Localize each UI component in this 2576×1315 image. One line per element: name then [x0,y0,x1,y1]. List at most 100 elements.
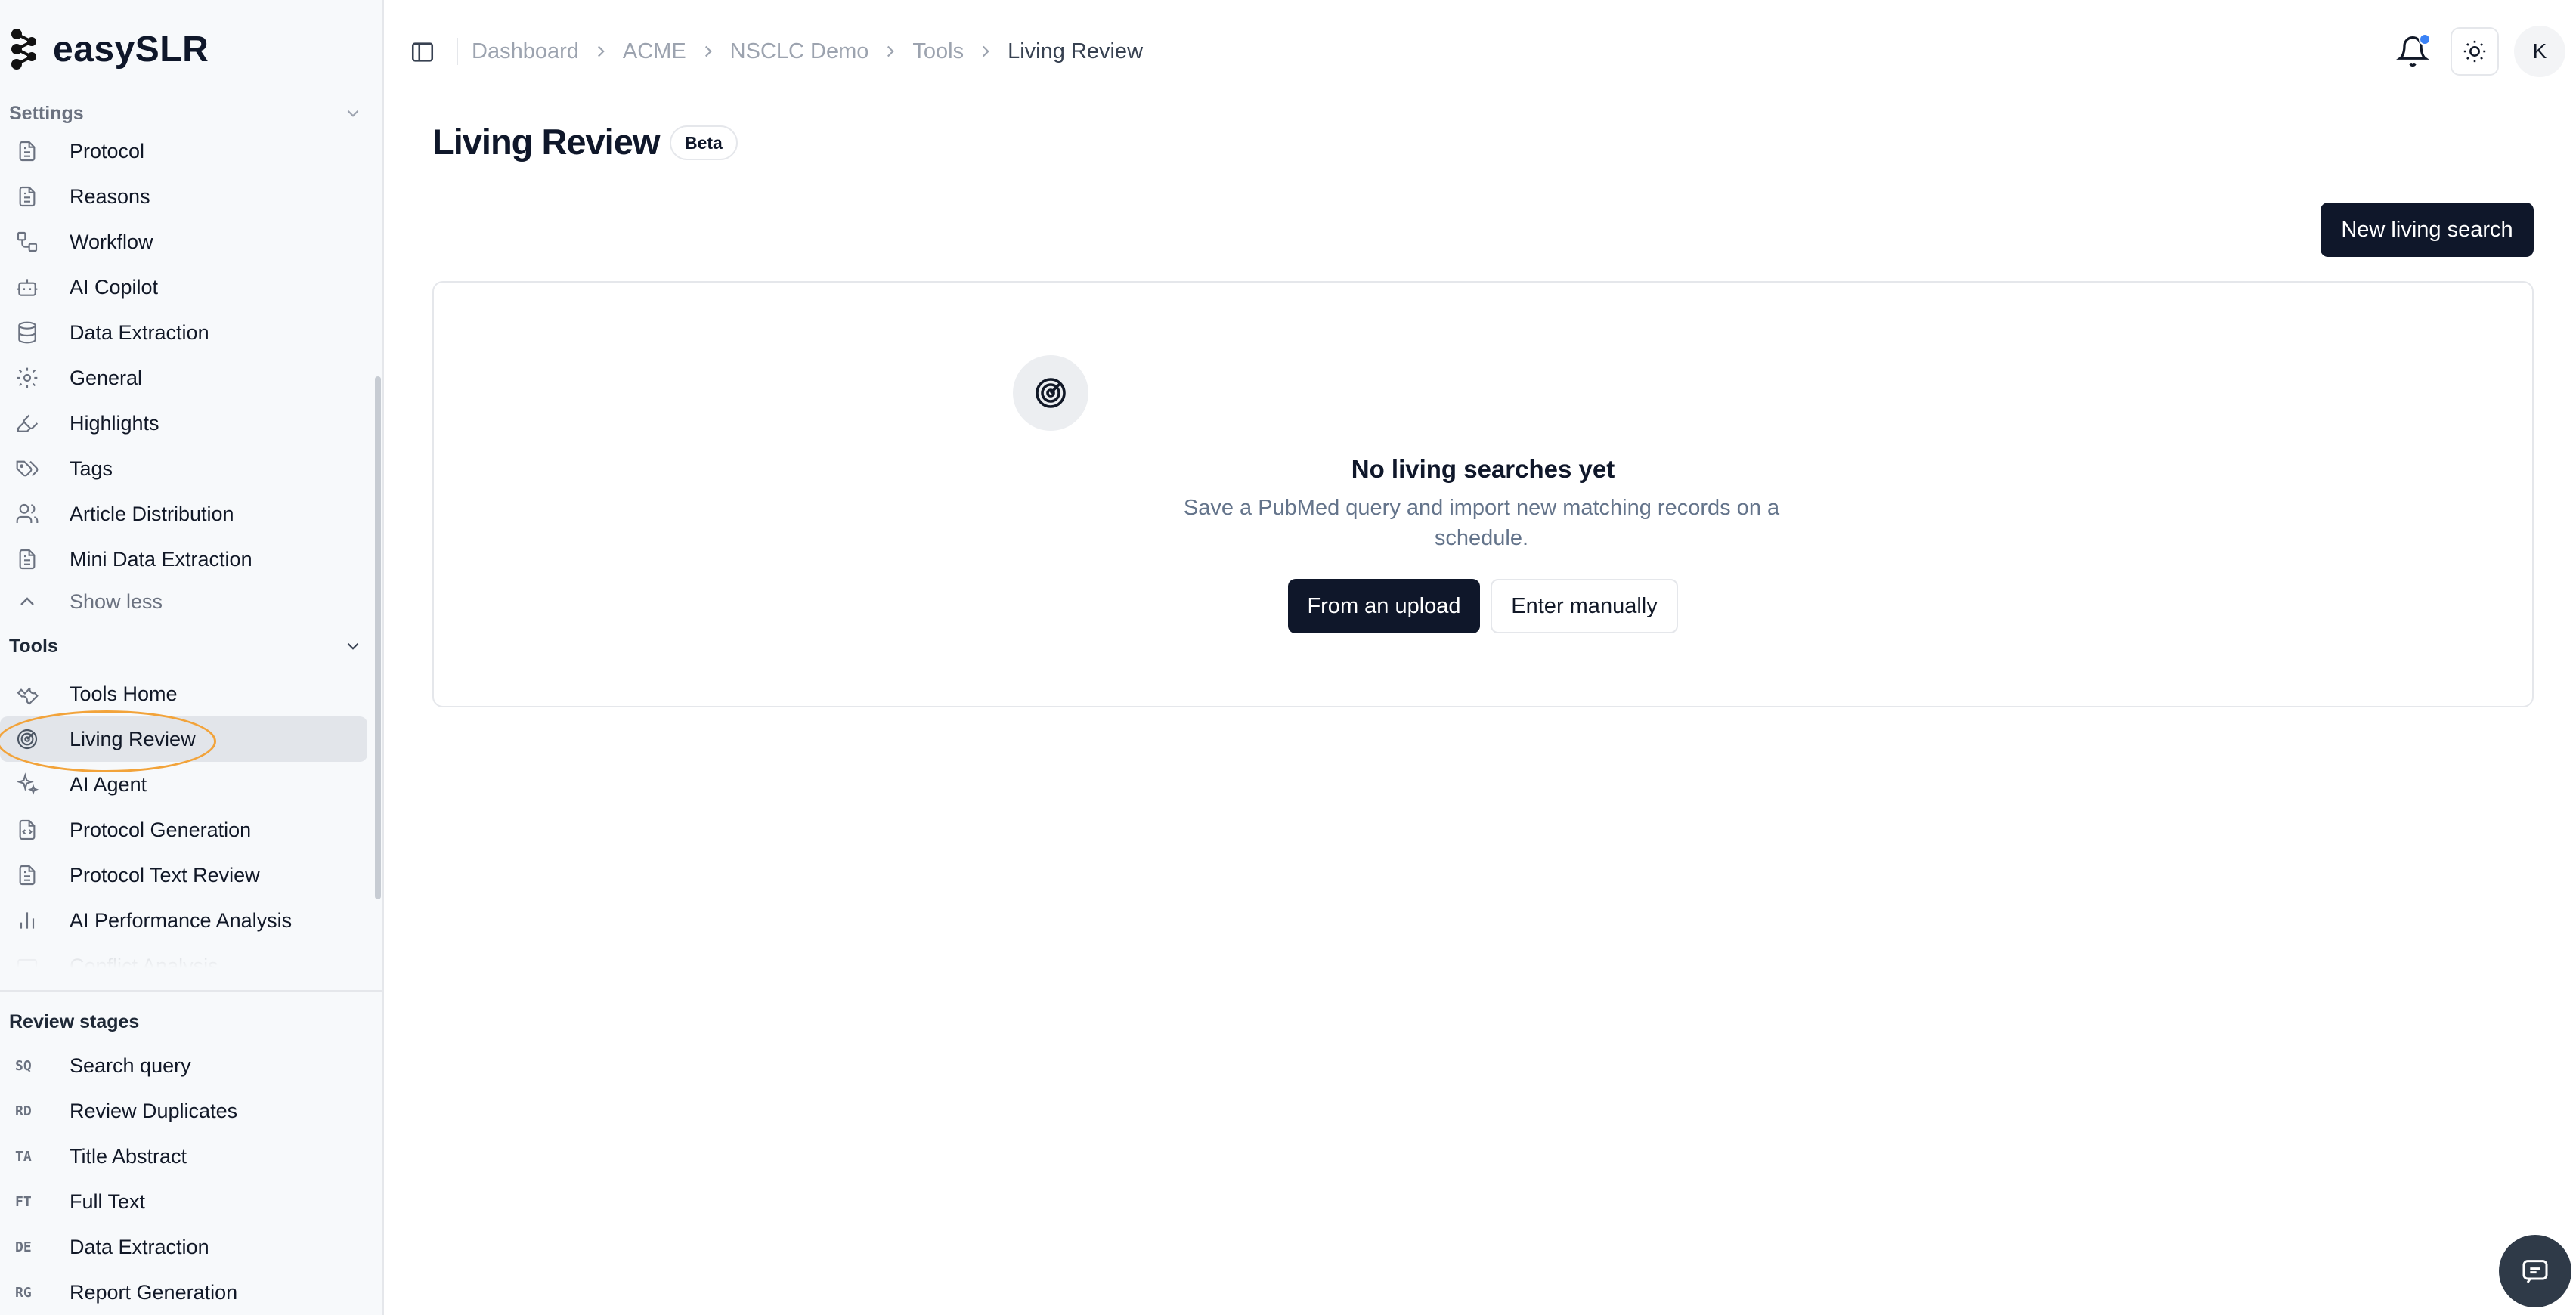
sidebar-item-label: AI Performance Analysis [70,908,293,932]
stage-data-extraction[interactable]: DE Data Extraction [0,1224,382,1270]
chevron-down-icon [347,642,359,650]
tags-icon [15,456,39,481]
database-icon [15,320,39,345]
settings-section-header[interactable]: Settings [0,98,373,128]
review-stages-header: Review stages [0,1007,382,1037]
sidebar-item-protocol[interactable]: Protocol [0,128,373,174]
stage-title-abstract[interactable]: TA Title Abstract [0,1134,382,1179]
stage-label: Title Abstract [70,1144,187,1168]
chevron-up-icon [15,589,39,614]
sidebar-item-highlights[interactable]: Highlights [0,401,373,446]
chevron-right-icon [983,45,989,57]
show-less-toggle[interactable]: Show less [0,582,373,621]
stage-search-query[interactable]: SQ Search query [0,1043,382,1088]
sidebar-item-label: Protocol [70,139,145,162]
chat-icon [2522,1260,2548,1283]
beta-badge: Beta [670,125,738,160]
chat-support-button[interactable] [2499,1235,2571,1307]
stage-review-duplicates[interactable]: RD Review Duplicates [0,1088,382,1134]
breadcrumb-acme[interactable]: ACME [623,39,686,64]
conflict-icon [15,954,39,975]
users-icon [15,502,39,526]
tools-section-header[interactable]: Tools [0,621,373,671]
wrench-icon [15,682,39,706]
stage-label: Report Generation [70,1280,238,1304]
tools-section-label: Tools [9,635,58,657]
stage-abbr: RG [15,1284,32,1301]
page-title: Living Review [432,122,660,162]
workflow-icon [15,230,39,254]
sidebar-item-reasons[interactable]: Reasons [0,174,373,219]
sidebar-item-label: Article Distribution [70,502,234,525]
enter-manually-button[interactable]: Enter manually [1491,579,1678,633]
sidebar-item-general[interactable]: General [0,355,373,401]
breadcrumb-dashboard[interactable]: Dashboard [472,39,579,64]
empty-state-icon-wrap [1013,355,1088,431]
stage-label: Search query [70,1054,191,1077]
sidebar-item-article-distribution[interactable]: Article Distribution [0,491,373,537]
sidebar-item-label: Living Review [70,727,196,750]
sidebar-item-label: Tags [70,456,113,480]
brand-logo[interactable]: easySLR [9,23,209,76]
stage-report-generation[interactable]: RG Report Generation [0,1270,382,1315]
sidebar-item-label: Highlights [70,411,159,435]
sidebar-item-ai-copilot[interactable]: AI Copilot [0,265,373,310]
stage-label: Data Extraction [70,1235,209,1258]
chevron-right-icon [704,45,712,57]
sidebar: easySLR Settings Protocol Reasons Workfl… [0,0,384,1315]
easyslr-logo-icon [11,29,36,70]
sidebar-item-label: AI Agent [70,772,147,796]
sidebar-item-ai-agent[interactable]: AI Agent [0,762,373,807]
sidebar-scroll-area[interactable]: Settings Protocol Reasons Workflow AI Co… [0,98,373,975]
sidebar-item-data-extraction[interactable]: Data Extraction [0,310,373,355]
sidebar-item-label: Protocol Generation [70,818,252,841]
sidebar-item-protocol-generation[interactable]: Protocol Generation [0,807,373,852]
chevron-right-icon [597,45,605,57]
top-bar: Dashboard ACME NSCLC Demo Tools Living R… [384,0,2576,103]
sidebar-item-protocol-text-review[interactable]: Protocol Text Review [0,852,373,898]
sidebar-toggle-icon[interactable] [410,39,435,65]
sidebar-item-label: Mini Data Extraction [70,547,252,571]
theme-toggle-button[interactable] [2451,27,2499,76]
file-text-icon [15,139,39,163]
sidebar-item-label: AI Copilot [70,275,159,299]
sidebar-item-tools-home[interactable]: Tools Home [0,671,373,716]
stage-abbr: SQ [15,1057,32,1074]
breadcrumb: Dashboard ACME NSCLC Demo Tools Living R… [457,36,1143,67]
new-living-search-button[interactable]: New living search [2321,203,2534,257]
breadcrumb-divider [457,38,458,65]
show-less-label: Show less [70,589,163,613]
sidebar-item-label: Tools Home [70,682,178,705]
file-text-icon [15,547,39,571]
radar-icon [1036,378,1066,408]
breadcrumb-nsclc-demo[interactable]: NSCLC Demo [730,39,869,64]
from-upload-button[interactable]: From an upload [1288,579,1480,633]
sidebar-item-mini-data-extraction[interactable]: Mini Data Extraction [0,537,373,582]
stage-full-text[interactable]: FT Full Text [0,1179,382,1224]
radar-icon [15,727,39,751]
brand-name: easySLR [53,29,209,70]
bar-chart-icon [15,908,39,933]
sidebar-item-living-review[interactable]: Living Review [0,716,367,762]
settings-section-label: Settings [9,102,84,124]
gear-icon [15,366,39,390]
sidebar-item-conflict-analysis[interactable]: Conflict Analysis [0,943,373,975]
notifications-button[interactable] [2396,33,2431,68]
user-avatar[interactable]: K [2514,26,2565,77]
stage-abbr: RD [15,1103,32,1119]
chevron-down-icon [347,110,359,117]
stage-label: Full Text [70,1190,146,1213]
file-code-icon [15,818,39,842]
sidebar-item-label: Conflict Analysis [70,954,218,976]
stage-abbr: TA [15,1148,32,1165]
app-root: easySLR Settings Protocol Reasons Workfl… [0,0,2576,1315]
sparkles-icon [15,772,39,797]
highlighter-icon [15,411,39,435]
sidebar-item-label: Data Extraction [70,320,209,344]
breadcrumb-tools[interactable]: Tools [912,39,964,64]
sidebar-item-ai-performance-analysis[interactable]: AI Performance Analysis [0,898,373,943]
sidebar-scrollbar[interactable] [375,376,381,899]
sidebar-item-label: Reasons [70,184,150,208]
sidebar-item-tags[interactable]: Tags [0,446,373,491]
sidebar-item-workflow[interactable]: Workflow [0,219,373,265]
